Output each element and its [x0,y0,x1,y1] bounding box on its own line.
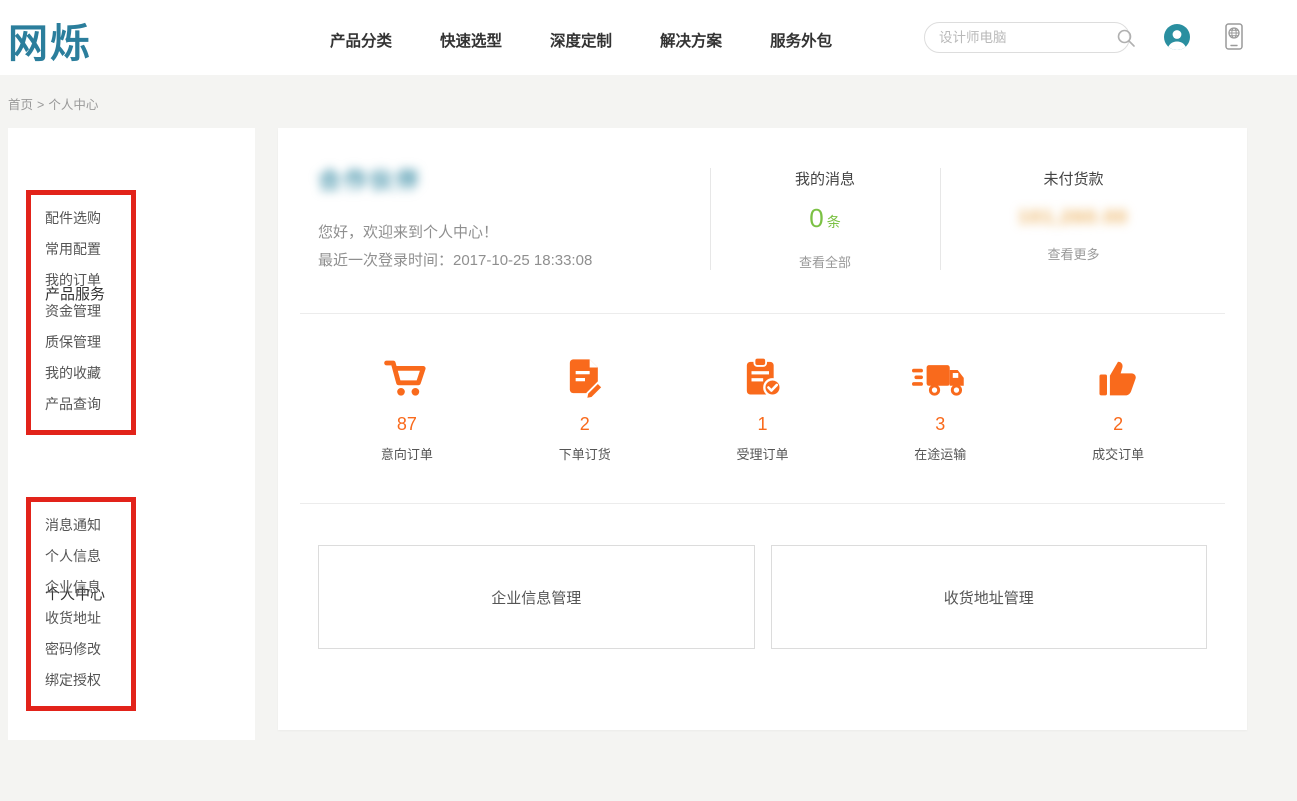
sidebar-item-change-password[interactable]: 密码修改 [45,634,131,665]
annotation-red-box-personal: 消息通知 个人信息 企业信息 收货地址 密码修改 绑定授权 [26,497,136,711]
main-panel: 合作伙伴 您好，欢迎来到个人中心！ 最近一次登录时间：2017-10-25 18… [278,128,1247,730]
my-messages-block: 我的消息 0条 查看全部 [710,168,940,271]
search-icon[interactable] [1116,28,1136,48]
nav-item-solutions[interactable]: 解决方案 [660,29,722,51]
stat-in-transit[interactable]: 3 在途运输 [851,356,1029,463]
stat-value: 2 [1029,414,1207,435]
horizontal-divider [300,503,1225,504]
sidebar-personal-list: 消息通知 个人信息 企业信息 收货地址 密码修改 绑定授权 [31,502,131,696]
last-login-time: 最近一次登录时间：2017-10-25 18:33:08 [318,249,592,270]
username-redacted: 合作伙伴 [318,161,422,195]
stat-placed-orders[interactable]: 2 下单订货 [496,356,674,463]
management-cards: 企业信息管理 收货地址管理 [318,545,1207,649]
sidebar-item-my-orders[interactable]: 我的订单 [45,265,131,296]
view-more-link[interactable]: 查看更多 [940,244,1207,263]
sidebar-item-funds[interactable]: 资金管理 [45,296,131,327]
stat-label: 下单订货 [496,444,674,463]
stat-label: 在途运输 [851,444,1029,463]
clipboard-check-icon [674,356,852,398]
sidebar-item-company-info[interactable]: 企业信息 [45,572,131,603]
unpaid-amount-block: 未付货款 101,260.00 查看更多 [940,168,1207,263]
mobile-site-icon[interactable] [1221,22,1247,52]
breadcrumb-current: 个人中心 [48,98,98,112]
message-count: 0条 [710,203,940,234]
view-all-link[interactable]: 查看全部 [710,252,940,271]
my-messages-title: 我的消息 [710,168,940,189]
sidebar-product-list: 配件选购 常用配置 我的订单 资金管理 质保管理 我的收藏 产品查询 [31,195,131,420]
nav-item-product-category[interactable]: 产品分类 [330,29,392,51]
user-avatar-icon[interactable] [1163,23,1191,51]
stat-value: 1 [674,414,852,435]
nav-item-deep-customization[interactable]: 深度定制 [550,29,612,51]
brand-logo[interactable]: 网烁 [8,11,92,69]
stat-label: 受理订单 [674,444,852,463]
sidebar-item-notifications[interactable]: 消息通知 [45,510,131,541]
message-count-unit: 条 [827,214,841,230]
sidebar-item-personal-info[interactable]: 个人信息 [45,541,131,572]
annotation-red-box-products: 配件选购 常用配置 我的订单 资金管理 质保管理 我的收藏 产品查询 [26,190,136,435]
truck-icon [851,356,1029,398]
horizontal-divider [300,313,1225,314]
stat-label: 成交订单 [1029,444,1207,463]
sidebar-item-product-query[interactable]: 产品查询 [45,389,131,420]
sidebar-item-common-configs[interactable]: 常用配置 [45,234,131,265]
cart-icon [318,356,496,398]
search-input[interactable] [939,30,1116,45]
welcome-greeting: 您好，欢迎来到个人中心！ [318,221,498,242]
top-header: 网烁 产品分类 快速选型 深度定制 解决方案 服务外包 [0,0,1297,75]
sidebar-item-shipping-address[interactable]: 收货地址 [45,603,131,634]
stat-value: 87 [318,414,496,435]
sidebar: 产品服务 配件选购 常用配置 我的订单 资金管理 质保管理 我的收藏 产品查询 … [8,128,255,740]
stat-completed-orders[interactable]: 2 成交订单 [1029,356,1207,463]
order-stats-row: 87 意向订单 2 下单订货 [318,356,1207,463]
breadcrumb-home[interactable]: 首页 [8,98,33,112]
stat-accepted-orders[interactable]: 1 受理订单 [674,356,852,463]
sidebar-item-binding-auth[interactable]: 绑定授权 [45,665,131,696]
unpaid-amount-redacted: 101,260.00 [940,207,1207,228]
nav-item-service-outsourcing[interactable]: 服务外包 [770,29,832,51]
document-edit-icon [496,356,674,398]
sidebar-item-favorites[interactable]: 我的收藏 [45,358,131,389]
shipping-address-management-card[interactable]: 收货地址管理 [771,545,1208,649]
sidebar-item-accessories[interactable]: 配件选购 [45,203,131,234]
stat-value: 2 [496,414,674,435]
message-count-number: 0 [809,203,823,233]
breadcrumb: 首页 > 个人中心 [8,94,98,113]
company-info-management-card[interactable]: 企业信息管理 [318,545,755,649]
stat-label: 意向订单 [318,444,496,463]
nav-item-quick-selection[interactable]: 快速选型 [440,29,502,51]
search-box[interactable] [924,22,1130,53]
unpaid-title: 未付货款 [940,168,1207,189]
thumbs-up-icon [1029,356,1207,398]
stat-value: 3 [851,414,1029,435]
main-nav: 产品分类 快速选型 深度定制 解决方案 服务外包 [330,29,832,51]
stat-intent-orders[interactable]: 87 意向订单 [318,356,496,463]
breadcrumb-separator: > [37,98,44,112]
sidebar-item-warranty[interactable]: 质保管理 [45,327,131,358]
